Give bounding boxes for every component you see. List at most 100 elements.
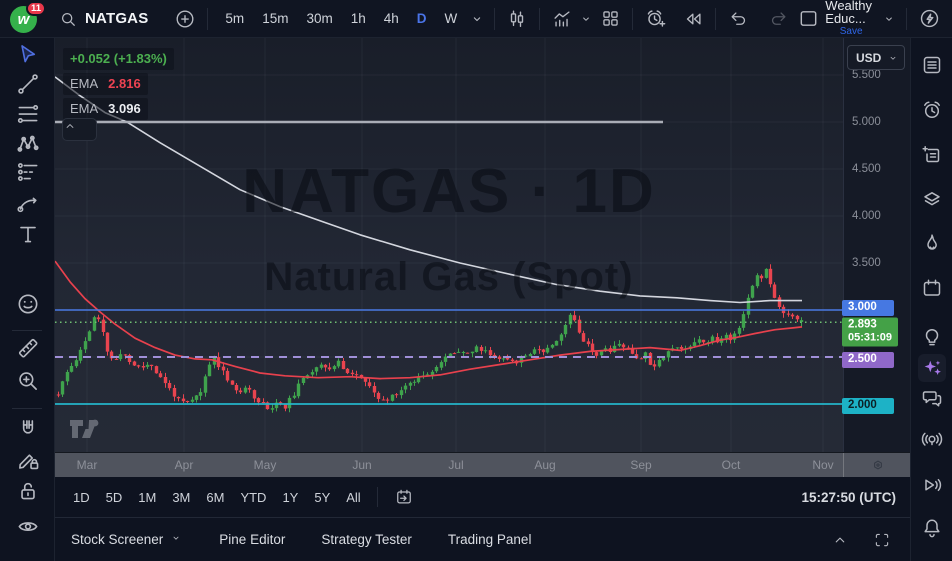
- text-tool[interactable]: [14, 220, 42, 248]
- forecast-tool[interactable]: [14, 158, 42, 186]
- streams-button[interactable]: [918, 471, 946, 499]
- lock-all-drawings[interactable]: [14, 477, 42, 505]
- divider: [632, 8, 633, 30]
- price-axis[interactable]: USD 5.5005.0004.5004.0003.5003.0002.8930…: [843, 38, 910, 452]
- notification-count-badge: 11: [26, 1, 46, 16]
- timeframe-4h[interactable]: 4h: [376, 5, 407, 33]
- ruler-icon: [15, 335, 41, 361]
- redo-button[interactable]: [763, 4, 793, 34]
- panel-tab-trading-panel[interactable]: Trading Panel: [448, 532, 532, 547]
- chevron-down-icon: [578, 11, 594, 27]
- calendar-button[interactable]: [918, 274, 946, 302]
- ema-fast-legend-row[interactable]: EMA2.816: [63, 73, 148, 95]
- alerts-button[interactable]: [918, 96, 946, 124]
- fib-icon: [15, 101, 41, 127]
- countdown-timer: 05:31:09: [848, 332, 892, 345]
- chevron-up-icon: [63, 119, 77, 133]
- range-all[interactable]: All: [338, 484, 368, 510]
- go-to-date-icon: [394, 487, 414, 507]
- zoom-in-tool[interactable]: [14, 367, 42, 395]
- save-label[interactable]: Save: [840, 25, 863, 38]
- price-badge-level-2000: 2.000: [842, 398, 894, 414]
- watchlist-icon: [920, 53, 944, 77]
- range-ytd[interactable]: YTD: [232, 484, 274, 510]
- legend-collapse-button[interactable]: [62, 118, 97, 141]
- ideas-button[interactable]: [918, 323, 946, 351]
- indicators-button[interactable]: [547, 4, 577, 34]
- currency-label: USD: [856, 51, 881, 65]
- chart-canvas[interactable]: NATGAS · 1D Natural Gas (Spot) +0.052 (+…: [55, 38, 843, 452]
- time-axis[interactable]: MarAprMayJunJulAugSepOctNov: [55, 452, 910, 477]
- range-1y[interactable]: 1Y: [274, 484, 306, 510]
- brush-tool[interactable]: [14, 190, 42, 218]
- layout-grid-button[interactable]: [595, 4, 625, 34]
- symbol-search-button[interactable]: NATGAS: [52, 4, 154, 34]
- hide-all-drawings[interactable]: [14, 512, 42, 540]
- month-label-May: May: [254, 458, 277, 472]
- bottom-panel-bar: Stock Screener Pine Editor Strategy Tester…: [55, 517, 910, 561]
- topbar-right-group: Wealthy Educ... Save: [793, 0, 944, 38]
- chart-style-button[interactable]: [502, 4, 532, 34]
- timeframe-5m[interactable]: 5m: [217, 5, 252, 33]
- broadcast-icon: [920, 428, 944, 452]
- notifications-button[interactable]: [918, 514, 946, 542]
- price-tick-5.000: 5.000: [852, 116, 881, 128]
- panel-tab-label: Pine Editor: [219, 532, 285, 547]
- range-5d[interactable]: 5D: [98, 484, 131, 510]
- range-1d[interactable]: 1D: [65, 484, 98, 510]
- tradingview-app: w 11 NATGAS 5m15m30m1h4hDW: [0, 0, 952, 561]
- panel-expand-button[interactable]: [826, 526, 854, 554]
- bar-replay-button[interactable]: [678, 4, 708, 34]
- layout-menu-button[interactable]: [879, 4, 899, 34]
- indicator-templates-button[interactable]: [577, 4, 595, 34]
- ema-slow-legend-row[interactable]: EMA3.096: [63, 98, 148, 120]
- user-menu-button[interactable]: w 11: [8, 4, 42, 34]
- eye-icon: [15, 513, 41, 539]
- month-label-Aug: Aug: [534, 458, 555, 472]
- timeframe-15m[interactable]: 15m: [254, 5, 296, 33]
- panel-tab-pine-editor[interactable]: Pine Editor: [219, 532, 285, 547]
- hotlists-button[interactable]: [918, 229, 946, 257]
- range-3m[interactable]: 3M: [164, 484, 198, 510]
- chart-settings-button[interactable]: [861, 454, 895, 476]
- select-layout-button[interactable]: [793, 4, 823, 34]
- drawing-toolbar: [0, 38, 55, 561]
- timeframe-30m[interactable]: 30m: [298, 5, 340, 33]
- timeframe-1h[interactable]: 1h: [343, 5, 374, 33]
- trend-line-tool[interactable]: [14, 70, 42, 98]
- range-5y[interactable]: 5Y: [306, 484, 338, 510]
- panel-tab-stock-screener[interactable]: Stock Screener: [71, 531, 183, 548]
- clock-utc[interactable]: 15:27:50 (UTC): [801, 490, 900, 505]
- panel-tab-strategy-tester[interactable]: Strategy Tester: [321, 532, 412, 547]
- cursor-tool[interactable]: [14, 40, 42, 68]
- range-6m[interactable]: 6M: [198, 484, 232, 510]
- interval-menu-button[interactable]: [467, 4, 487, 34]
- range-1m[interactable]: 1M: [130, 484, 164, 510]
- xabcd-pattern-tool[interactable]: [14, 130, 42, 158]
- notes-button[interactable]: [918, 141, 946, 169]
- timeframe-D[interactable]: D: [409, 5, 435, 33]
- measure-tool[interactable]: [14, 334, 42, 362]
- drawing-mode-lock[interactable]: [14, 446, 42, 474]
- chat-button[interactable]: [918, 384, 946, 412]
- divider: [494, 8, 495, 30]
- create-alert-button[interactable]: [640, 4, 670, 34]
- publish-button[interactable]: [914, 4, 944, 34]
- timeframe-W[interactable]: W: [437, 5, 466, 33]
- panel-maximize-button[interactable]: [868, 526, 896, 554]
- watchlist-button[interactable]: [918, 51, 946, 79]
- currency-dropdown[interactable]: USD: [847, 45, 905, 70]
- layout-name-button[interactable]: Wealthy Educ... Save: [825, 0, 877, 38]
- bell-icon: [920, 516, 944, 540]
- fib-retracement-tool[interactable]: [14, 100, 42, 128]
- emoji-tool[interactable]: [14, 290, 42, 318]
- object-tree-button[interactable]: [918, 186, 946, 214]
- month-label-Jul: Jul: [448, 458, 463, 472]
- ai-assistant-button[interactable]: [918, 354, 946, 382]
- magnet-mode[interactable]: [14, 415, 42, 443]
- minds-button[interactable]: [918, 426, 946, 454]
- compare-add-symbol-button[interactable]: [170, 4, 200, 34]
- go-to-date-button[interactable]: [386, 484, 422, 510]
- chart-legend: +0.052 (+1.83%) EMA2.816 EMA3.096: [63, 48, 174, 123]
- undo-button[interactable]: [723, 4, 753, 34]
